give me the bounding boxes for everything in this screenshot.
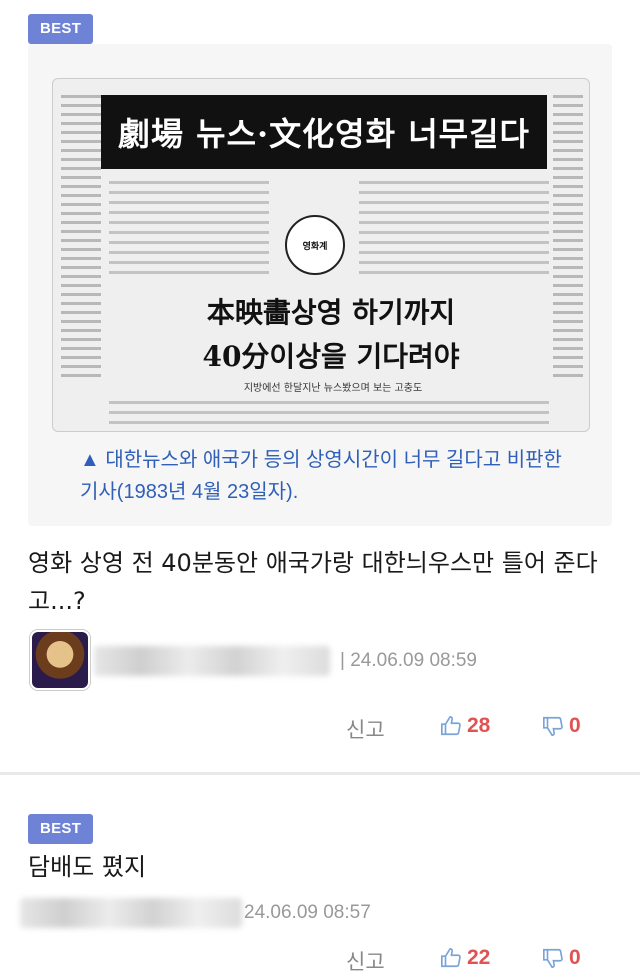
report-label: 신고 (346, 719, 385, 742)
like-button[interactable]: 22 (440, 946, 490, 970)
dislike-count: 0 (569, 714, 581, 737)
body-text-left (109, 181, 269, 281)
attached-image[interactable]: 劇場 뉴스·文化영화 너무길다 영화계 本映畵상영 하기까지 40分이상을 기다… (28, 44, 612, 526)
username-blurred[interactable] (94, 646, 330, 676)
body-text-bottom (109, 401, 549, 431)
emblem-icon: 영화계 (285, 215, 345, 275)
newspaper-subheadline-1: 本映畵상영 하기까지 (206, 296, 456, 329)
newspaper-subheadline-2: 40分이상을 기다려야 (202, 340, 460, 373)
newspaper-subheadline-3: 지방에선 한달지난 뉴스봤으며 보는 고충도 (243, 383, 423, 394)
username-blurred[interactable] (20, 898, 242, 928)
comment-timestamp: | 24.06.09 08:59 (340, 650, 477, 671)
comment-timestamp: 24.06.09 08:57 (244, 902, 371, 923)
image-caption: ▲ 대한뉴스와 애국가 등의 상영시간이 너무 길다고 비판한 기사(1983년… (80, 449, 562, 503)
like-count: 22 (467, 946, 491, 969)
column-text-left (61, 95, 101, 415)
comment-divider (0, 772, 640, 775)
comment-text: 영화 상영 전 40분동안 애국가랑 대한늬우스만 틀어 준다고...? (28, 549, 598, 615)
newspaper-headline: 劇場 뉴스·文化영화 너무길다 (101, 95, 547, 169)
thumbs-down-icon (542, 715, 564, 737)
thumbs-down-icon (542, 947, 564, 969)
report-button[interactable]: 신고 (346, 714, 385, 744)
newspaper-clipping: 劇場 뉴스·文化영화 너무길다 영화계 本映畵상영 하기까지 40分이상을 기다… (52, 78, 590, 432)
user-avatar[interactable] (30, 630, 90, 690)
thumbs-up-icon (440, 947, 462, 969)
like-button[interactable]: 28 (440, 714, 490, 738)
body-text-right (359, 181, 549, 281)
dislike-button[interactable]: 0 (542, 714, 581, 738)
report-label: 신고 (346, 951, 385, 974)
dislike-count: 0 (569, 946, 581, 969)
like-count: 28 (467, 714, 491, 737)
best-badge: BEST (28, 14, 94, 44)
column-text-right (553, 95, 583, 415)
dislike-button[interactable]: 0 (542, 946, 581, 970)
thumbs-up-icon (440, 715, 462, 737)
best-badge: BEST (28, 814, 94, 844)
comment-text: 담배도 폈지 (28, 853, 147, 881)
report-button[interactable]: 신고 (346, 946, 385, 976)
